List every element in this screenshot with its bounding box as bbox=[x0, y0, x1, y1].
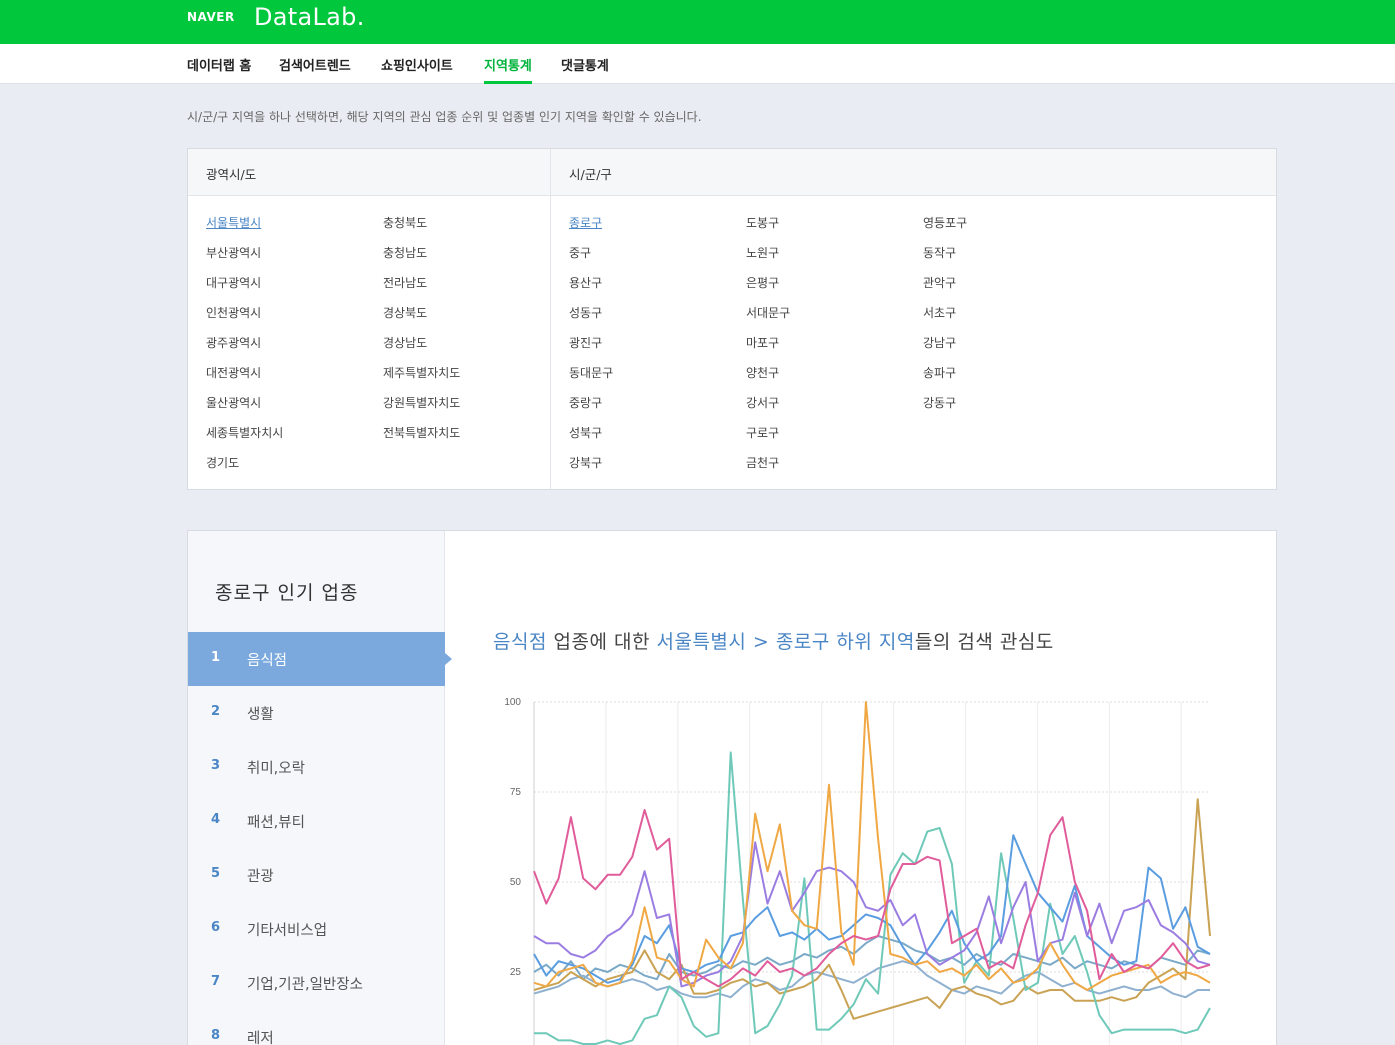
district-link[interactable]: 종로구 bbox=[569, 214, 602, 231]
province-link[interactable]: 세종특별자치시 bbox=[206, 424, 283, 441]
region-divider bbox=[550, 149, 551, 489]
chart-series-line[interactable] bbox=[534, 751, 1211, 1045]
ranking-label: 기타서비스업 bbox=[247, 923, 328, 939]
ranking-number: 5 bbox=[211, 866, 221, 881]
ranking-item[interactable]: 3 취미,오락 bbox=[188, 740, 445, 794]
ranking-title: 종로구 인기 업종 bbox=[215, 582, 359, 604]
page-description: 시/군/구 지역을 하나 선택하면, 해당 지역의 관심 업종 순위 및 업종별… bbox=[187, 110, 702, 124]
region-selector: 광역시/도 시/군/구 서울특별시부산광역시대구광역시인천광역시광주광역시대전광… bbox=[187, 148, 1277, 490]
nav-datalab-home[interactable]: 데이터랩 홈 bbox=[187, 55, 251, 74]
ranking-number: 2 bbox=[211, 704, 221, 719]
ranking-number: 8 bbox=[211, 1028, 221, 1043]
district-link[interactable]: 용산구 bbox=[569, 274, 602, 291]
district-link[interactable]: 성동구 bbox=[569, 304, 602, 321]
ranking-label: 관광 bbox=[247, 869, 274, 885]
province-link[interactable]: 인천광역시 bbox=[206, 304, 261, 321]
ranking-item[interactable]: 8 레저 bbox=[188, 1010, 445, 1045]
chart-title-category: 음식점 bbox=[493, 631, 547, 653]
y-tick-label: 50 bbox=[510, 877, 522, 888]
chart-title-sep: > bbox=[746, 631, 776, 653]
ranking-sidebar: 종로구 인기 업종 1 음식점 2 생활 3 취미,오락 4 패션,뷰티 5 관광 6 기타서비스업 7… bbox=[188, 531, 452, 1045]
ranking-label: 기업,기관,일반장소 bbox=[247, 977, 363, 993]
district-link[interactable]: 금천구 bbox=[746, 454, 779, 471]
naver-logo[interactable]: NAVER bbox=[187, 10, 235, 24]
y-tick-label: 25 bbox=[510, 967, 522, 978]
province-link[interactable]: 충청북도 bbox=[383, 214, 427, 231]
top-bar: NAVER DataLab. bbox=[0, 0, 1395, 44]
ranking-label: 취미,오락 bbox=[247, 761, 305, 777]
district-header: 시/군/구 bbox=[569, 167, 612, 182]
ranking-item[interactable]: 7 기업,기관,일반장소 bbox=[188, 956, 445, 1010]
district-link[interactable]: 도봉구 bbox=[746, 214, 779, 231]
district-link[interactable]: 동작구 bbox=[923, 244, 956, 261]
district-link[interactable]: 동대문구 bbox=[569, 364, 613, 381]
ranking-number: 3 bbox=[211, 758, 221, 773]
district-link[interactable]: 영등포구 bbox=[923, 214, 967, 231]
province-link[interactable]: 경기도 bbox=[206, 454, 239, 471]
ranking-item[interactable]: 1 음식점 bbox=[188, 632, 452, 686]
district-link[interactable]: 강남구 bbox=[923, 334, 956, 351]
province-link[interactable]: 울산광역시 bbox=[206, 394, 261, 411]
district-link[interactable]: 강서구 bbox=[746, 394, 779, 411]
interest-line-chart: 25 50 75 100 bbox=[504, 697, 1211, 1045]
province-link[interactable]: 전라남도 bbox=[383, 274, 427, 291]
district-link[interactable]: 강북구 bbox=[569, 454, 602, 471]
ranking-number: 4 bbox=[211, 812, 221, 827]
province-link[interactable]: 경상남도 bbox=[383, 334, 427, 351]
province-link[interactable]: 충청남도 bbox=[383, 244, 427, 261]
region-selector-header: 광역시/도 시/군/구 bbox=[188, 149, 1276, 196]
ranking-item[interactable]: 2 생활 bbox=[188, 686, 445, 740]
district-link[interactable]: 강동구 bbox=[923, 394, 956, 411]
district-link[interactable]: 마포구 bbox=[746, 334, 779, 351]
province-link[interactable]: 대전광역시 bbox=[206, 364, 261, 381]
district-link[interactable]: 성북구 bbox=[569, 424, 602, 441]
province-link[interactable]: 제주특별자치도 bbox=[383, 364, 460, 381]
ranking-panel: 종로구 인기 업종 1 음식점 2 생활 3 취미,오락 4 패션,뷰티 5 관광 6 기타서비스업 7… bbox=[187, 530, 1277, 1045]
main-nav: 데이터랩 홈 검색어트렌드 쇼핑인사이트 지역통계 댓글통계 bbox=[0, 44, 1395, 84]
province-link[interactable]: 강원특별자치도 bbox=[383, 394, 460, 411]
datalab-logo[interactable]: DataLab. bbox=[254, 3, 365, 31]
district-link[interactable]: 구로구 bbox=[746, 424, 779, 441]
province-header: 광역시/도 bbox=[206, 167, 257, 182]
district-link[interactable]: 은평구 bbox=[746, 274, 779, 291]
ranking-number: 6 bbox=[211, 920, 221, 935]
province-link[interactable]: 경상북도 bbox=[383, 304, 427, 321]
chart-title: 음식점 업종에 대한 서울특별시 > 종로구 하위 지역들의 검색 관심도 bbox=[493, 627, 1054, 654]
province-link[interactable]: 부산광역시 bbox=[206, 244, 261, 261]
province-link[interactable]: 서울특별시 bbox=[206, 214, 261, 231]
province-link[interactable]: 광주광역시 bbox=[206, 334, 261, 351]
chart-title-text2: 들의 검색 관심도 bbox=[914, 631, 1054, 653]
district-link[interactable]: 중구 bbox=[569, 244, 591, 261]
district-link[interactable]: 중랑구 bbox=[569, 394, 602, 411]
ranking-label: 음식점 bbox=[247, 653, 288, 669]
chart-title-text1: 업종에 대한 bbox=[546, 631, 657, 653]
district-link[interactable]: 관악구 bbox=[923, 274, 956, 291]
y-tick-label: 100 bbox=[504, 697, 521, 708]
ranking-label: 레저 bbox=[247, 1031, 274, 1045]
ranking-number: 7 bbox=[211, 974, 221, 989]
district-link[interactable]: 송파구 bbox=[923, 364, 956, 381]
chart-title-district: 종로구 하위 지역 bbox=[775, 631, 915, 653]
y-tick-label: 75 bbox=[510, 787, 522, 798]
ranking-label: 패션,뷰티 bbox=[247, 815, 305, 831]
ranking-number: 1 bbox=[211, 650, 221, 665]
nav-comment-stats[interactable]: 댓글통계 bbox=[561, 55, 609, 74]
district-link[interactable]: 광진구 bbox=[569, 334, 602, 351]
ranking-item[interactable]: 4 패션,뷰티 bbox=[188, 794, 445, 848]
district-link[interactable]: 서초구 bbox=[923, 304, 956, 321]
nav-region-stats[interactable]: 지역통계 bbox=[484, 55, 532, 84]
district-link[interactable]: 양천구 bbox=[746, 364, 779, 381]
province-link[interactable]: 전북특별자치도 bbox=[383, 424, 460, 441]
ranking-item[interactable]: 5 관광 bbox=[188, 848, 445, 902]
nav-shopping-insight[interactable]: 쇼핑인사이트 bbox=[381, 55, 453, 74]
ranking-label: 생활 bbox=[247, 707, 274, 723]
ranking-item[interactable]: 6 기타서비스업 bbox=[188, 902, 445, 956]
chart-title-province: 서울특별시 bbox=[656, 631, 747, 653]
district-link[interactable]: 노원구 bbox=[746, 244, 779, 261]
district-link[interactable]: 서대문구 bbox=[746, 304, 790, 321]
province-link[interactable]: 대구광역시 bbox=[206, 274, 261, 291]
nav-search-trend[interactable]: 검색어트렌드 bbox=[279, 55, 351, 74]
